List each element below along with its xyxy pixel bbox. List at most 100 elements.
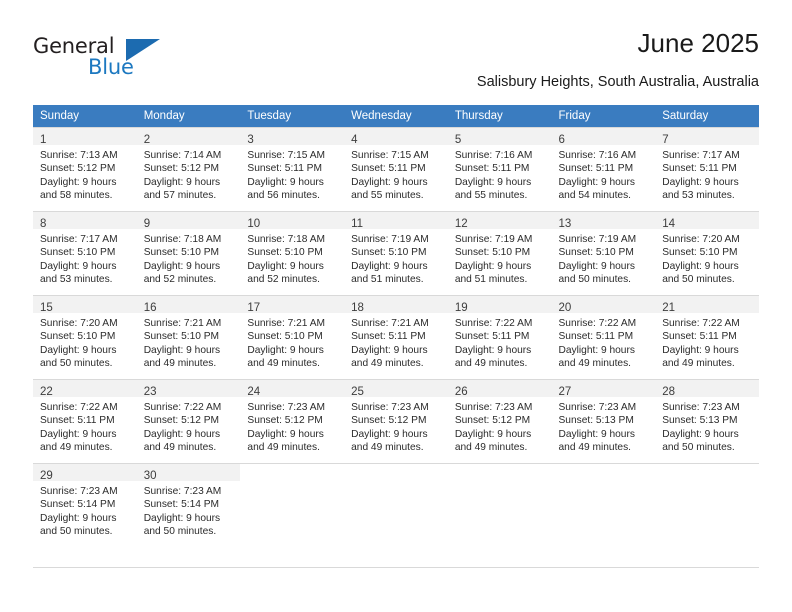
day-cell-inner: 18 Sunrise: 7:21 AM Sunset: 5:11 PM Dayligh…	[344, 295, 448, 379]
day-number: 2	[143, 134, 151, 146]
day-number-bar: 20	[551, 296, 656, 314]
day-number-bar: 10	[240, 212, 345, 230]
sunrise-time: Sunrise: 7:20 AM	[662, 234, 740, 245]
calendar-day-cell[interactable]: 8 Sunrise: 7:17 AM Sunset: 5:10 PM Daylight…	[33, 211, 137, 295]
weekday-header-tuesday: Tuesday	[240, 105, 345, 127]
day-number-bar: 15	[33, 296, 137, 314]
sunrise-time: Sunrise: 7:22 AM	[662, 318, 740, 329]
day-number: 13	[558, 218, 572, 230]
sunset-time: Sunset: 5:11 PM	[558, 331, 634, 343]
empty-day-cell	[344, 463, 448, 548]
day-number: 25	[351, 386, 364, 398]
sunrise-time: Sunrise: 7:23 AM	[143, 486, 222, 497]
daylight-duration-line2: and 49 minutes.	[454, 358, 528, 370]
daylight-duration-line1: Daylight: 9 hours	[143, 260, 221, 272]
page-header: General Blue June 2025 Salisbury Heights…	[33, 26, 759, 90]
day-number: 8	[40, 218, 47, 230]
daylight-duration-line1: Daylight: 9 hours	[40, 344, 117, 356]
calendar-day-cell[interactable]: 29 Sunrise: 7:23 AM Sunset: 5:14 PM Dayligh…	[33, 463, 137, 548]
day-cell-details: Sunrise: 7:19 AM Sunset: 5:10 PM Daylight:…	[344, 229, 448, 287]
sunrise-sunset-calendar: Sunday Monday Tuesday Wednesday Thursday…	[33, 105, 759, 548]
day-cell-details: Sunrise: 7:17 AM Sunset: 5:10 PM Daylight:…	[33, 229, 137, 287]
calendar-day-cell[interactable]: 16 Sunrise: 7:21 AM Sunset: 5:10 PM Dayligh…	[136, 295, 241, 379]
calendar-page: General Blue June 2025 Salisbury Heights…	[0, 0, 792, 612]
day-cell-inner: 30 Sunrise: 7:23 AM Sunset: 5:14 PM Dayligh…	[136, 463, 241, 547]
sunset-time: Sunset: 5:11 PM	[351, 331, 426, 343]
calendar-day-cell[interactable]: 23 Sunrise: 7:22 AM Sunset: 5:12 PM Dayligh…	[136, 379, 241, 463]
calendar-day-cell[interactable]: 7 Sunrise: 7:17 AM Sunset: 5:11 PM Daylight…	[655, 127, 759, 211]
day-number: 14	[662, 218, 676, 230]
daylight-duration-line2: and 49 minutes.	[558, 358, 632, 370]
calendar-day-cell[interactable]: 27 Sunrise: 7:23 AM Sunset: 5:13 PM Dayligh…	[551, 379, 656, 463]
calendar-day-cell[interactable]: 6 Sunrise: 7:16 AM Sunset: 5:11 PM Daylight…	[551, 127, 656, 211]
calendar-day-cell[interactable]: 1 Sunrise: 7:13 AM Sunset: 5:12 PM Daylight…	[33, 127, 137, 211]
calendar-day-cell[interactable]: 22 Sunrise: 7:22 AM Sunset: 5:11 PM Dayligh…	[33, 379, 137, 463]
day-number: 3	[247, 134, 254, 146]
calendar-day-cell[interactable]: 13 Sunrise: 7:19 AM Sunset: 5:10 PM Dayligh…	[551, 211, 656, 295]
day-cell-details: Sunrise: 7:15 AM Sunset: 5:11 PM Daylight:…	[344, 145, 448, 203]
weekday-header-saturday: Saturday	[655, 105, 759, 127]
day-cell-details: Sunrise: 7:23 AM Sunset: 5:14 PM Daylight:…	[137, 481, 241, 539]
day-number-bar: 21	[655, 296, 759, 314]
calendar-day-cell[interactable]: 18 Sunrise: 7:21 AM Sunset: 5:11 PM Dayligh…	[344, 295, 448, 379]
day-cell-details: Sunrise: 7:23 AM Sunset: 5:12 PM Daylight:…	[240, 397, 344, 455]
sunset-time: Sunset: 5:11 PM	[351, 163, 426, 175]
sunset-time: Sunset: 5:11 PM	[558, 163, 634, 175]
day-number-bar: 24	[240, 380, 345, 398]
calendar-day-cell[interactable]: 14 Sunrise: 7:20 AM Sunset: 5:10 PM Dayligh…	[655, 211, 759, 295]
day-number-bar: 22	[33, 380, 137, 398]
day-cell-inner: 10 Sunrise: 7:18 AM Sunset: 5:10 PM Dayligh…	[240, 211, 345, 295]
day-cell-details: Sunrise: 7:23 AM Sunset: 5:14 PM Daylight:…	[33, 481, 137, 539]
day-cell-details: Sunrise: 7:22 AM Sunset: 5:11 PM Daylight:…	[655, 313, 759, 371]
calendar-day-cell[interactable]: 24 Sunrise: 7:23 AM Sunset: 5:12 PM Dayligh…	[240, 379, 345, 463]
day-number: 6	[558, 134, 565, 146]
sunrise-time: Sunrise: 7:17 AM	[662, 150, 740, 161]
day-cell-details: Sunrise: 7:23 AM Sunset: 5:13 PM Daylight:…	[655, 397, 759, 455]
daylight-duration-line2: and 54 minutes.	[558, 190, 632, 202]
empty-day-cell	[655, 463, 759, 548]
calendar-day-cell[interactable]: 28 Sunrise: 7:23 AM Sunset: 5:13 PM Dayligh…	[655, 379, 759, 463]
calendar-day-cell[interactable]: 20 Sunrise: 7:22 AM Sunset: 5:11 PM Dayligh…	[551, 295, 656, 379]
sunrise-time: Sunrise: 7:22 AM	[143, 402, 222, 413]
calendar-day-cell[interactable]: 5 Sunrise: 7:16 AM Sunset: 5:11 PM Daylight…	[447, 127, 552, 211]
sunrise-time: Sunrise: 7:23 AM	[662, 402, 740, 413]
calendar-day-cell[interactable]: 21 Sunrise: 7:22 AM Sunset: 5:11 PM Dayligh…	[655, 295, 759, 379]
daylight-duration-line2: and 49 minutes.	[454, 442, 528, 454]
calendar-day-cell[interactable]: 30 Sunrise: 7:23 AM Sunset: 5:14 PM Dayligh…	[136, 463, 241, 548]
calendar-day-cell[interactable]: 17 Sunrise: 7:21 AM Sunset: 5:10 PM Dayligh…	[240, 295, 345, 379]
calendar-day-cell[interactable]: 15 Sunrise: 7:20 AM Sunset: 5:10 PM Dayligh…	[33, 295, 137, 379]
calendar-day-cell[interactable]: 3 Sunrise: 7:15 AM Sunset: 5:11 PM Daylight…	[240, 127, 345, 211]
calendar-day-cell[interactable]: 9 Sunrise: 7:18 AM Sunset: 5:10 PM Daylight…	[136, 211, 241, 295]
calendar-day-cell[interactable]: 12 Sunrise: 7:19 AM Sunset: 5:10 PM Dayligh…	[447, 211, 552, 295]
weekday-header-wednesday: Wednesday	[344, 105, 448, 127]
calendar-day-cell[interactable]: 4 Sunrise: 7:15 AM Sunset: 5:11 PM Daylight…	[344, 127, 448, 211]
calendar-day-cell[interactable]: 11 Sunrise: 7:19 AM Sunset: 5:10 PM Dayligh…	[344, 211, 448, 295]
day-cell-inner: 14 Sunrise: 7:20 AM Sunset: 5:10 PM Dayligh…	[655, 211, 759, 295]
general-blue-logo[interactable]: General Blue	[33, 34, 163, 82]
daylight-duration-line1: Daylight: 9 hours	[662, 428, 739, 440]
day-cell-details: Sunrise: 7:15 AM Sunset: 5:11 PM Daylight:…	[240, 145, 344, 203]
calendar-day-cell[interactable]: 25 Sunrise: 7:23 AM Sunset: 5:12 PM Dayligh…	[344, 379, 448, 463]
daylight-duration-line1: Daylight: 9 hours	[351, 176, 428, 188]
sunset-time: Sunset: 5:13 PM	[558, 415, 634, 427]
sunrise-time: Sunrise: 7:17 AM	[40, 234, 118, 245]
daylight-duration-line2: and 49 minutes.	[143, 442, 217, 454]
sunset-time: Sunset: 5:11 PM	[40, 415, 115, 427]
sunrise-time: Sunrise: 7:15 AM	[351, 150, 429, 161]
calendar-week-row: 8 Sunrise: 7:17 AM Sunset: 5:10 PM Daylight…	[33, 211, 759, 295]
daylight-duration-line2: and 57 minutes.	[143, 190, 217, 202]
day-cell-inner: 15 Sunrise: 7:20 AM Sunset: 5:10 PM Dayligh…	[33, 295, 137, 379]
sunset-time: Sunset: 5:11 PM	[454, 331, 530, 343]
day-cell-details: Sunrise: 7:22 AM Sunset: 5:11 PM Daylight:…	[33, 397, 137, 455]
calendar-day-cell[interactable]: 2 Sunrise: 7:14 AM Sunset: 5:12 PM Daylight…	[136, 127, 241, 211]
day-number-bar: 30	[136, 464, 241, 482]
daylight-duration-line2: and 50 minutes.	[558, 274, 632, 286]
calendar-day-cell[interactable]: 10 Sunrise: 7:18 AM Sunset: 5:10 PM Dayligh…	[240, 211, 345, 295]
daylight-duration-line2: and 50 minutes.	[662, 442, 735, 454]
sunrise-time: Sunrise: 7:23 AM	[558, 402, 637, 413]
sunrise-time: Sunrise: 7:21 AM	[351, 318, 429, 329]
calendar-day-cell[interactable]: 26 Sunrise: 7:23 AM Sunset: 5:12 PM Dayligh…	[447, 379, 552, 463]
day-number: 12	[454, 218, 468, 230]
sunrise-time: Sunrise: 7:19 AM	[454, 234, 533, 245]
calendar-day-cell[interactable]: 19 Sunrise: 7:22 AM Sunset: 5:11 PM Dayligh…	[447, 295, 552, 379]
